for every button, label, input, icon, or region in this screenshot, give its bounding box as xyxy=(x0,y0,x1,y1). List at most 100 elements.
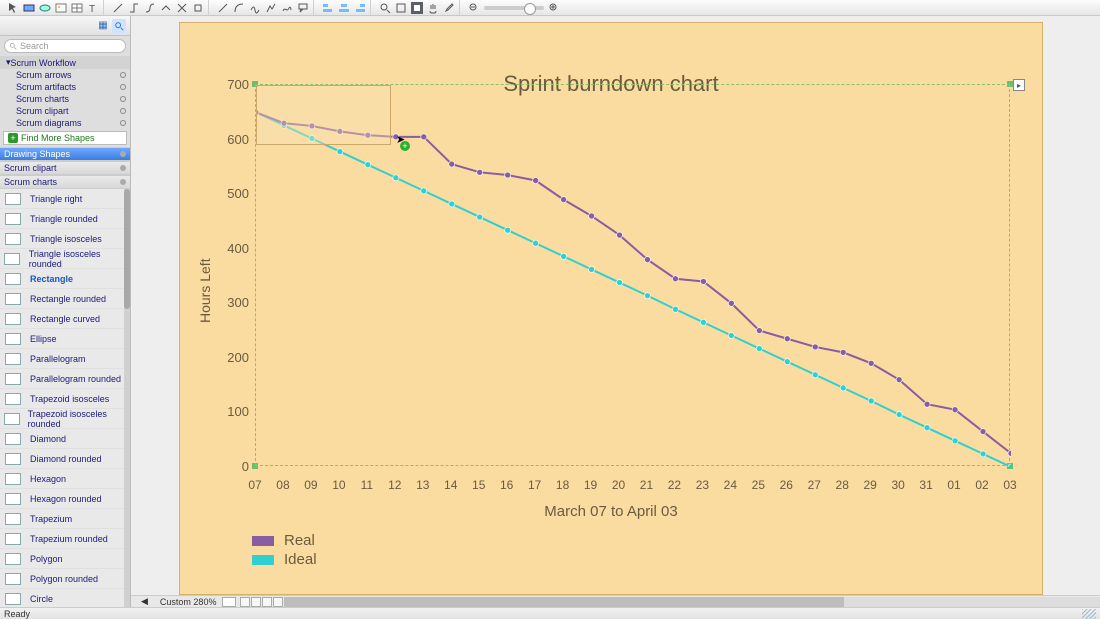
page-nav-3[interactable] xyxy=(262,597,272,607)
tree-item[interactable]: Scrum clipart xyxy=(0,105,130,117)
align3-icon[interactable] xyxy=(354,2,366,14)
y-tick: 300 xyxy=(219,295,249,310)
action-tag-icon[interactable]: ▸ xyxy=(1013,79,1025,91)
x-tick: 27 xyxy=(803,478,825,492)
shape-row[interactable]: Circle xyxy=(0,589,130,607)
view-search-icon[interactable] xyxy=(112,19,126,33)
align1-icon[interactable] xyxy=(322,2,334,14)
shape-preview-icon xyxy=(2,550,24,568)
tree-item[interactable]: Scrum diagrams xyxy=(0,117,130,129)
zoom-sel-icon[interactable] xyxy=(411,2,423,14)
shape-preview-icon xyxy=(2,190,24,208)
callout-icon[interactable] xyxy=(297,2,309,14)
x-tick: 15 xyxy=(468,478,490,492)
conn6-icon[interactable] xyxy=(192,2,204,14)
shape-row[interactable]: Trapezoid isosceles xyxy=(0,389,130,409)
page-nav-2[interactable] xyxy=(251,597,261,607)
shape-preview-icon xyxy=(2,230,24,248)
hscrollbar[interactable] xyxy=(284,597,1100,607)
zoom-slider[interactable] xyxy=(484,6,544,10)
shape-preview-icon xyxy=(2,270,24,288)
shape-preview-icon xyxy=(2,290,24,308)
x-tick: 19 xyxy=(580,478,602,492)
shape-row[interactable]: Hexagon rounded xyxy=(0,489,130,509)
poly-icon[interactable] xyxy=(265,2,277,14)
tree-root[interactable]: ▾ Scrum Workflow xyxy=(0,56,130,69)
shape-row[interactable]: Parallelogram rounded xyxy=(0,369,130,389)
x-tick: 09 xyxy=(300,478,322,492)
section-header[interactable]: Scrum clipart xyxy=(0,161,130,175)
zoom-out2-icon[interactable] xyxy=(468,2,480,14)
shape-row[interactable]: Polygon xyxy=(0,549,130,569)
plot-area[interactable]: ➤ + xyxy=(255,84,1010,466)
shape-row[interactable]: Triangle rounded xyxy=(0,209,130,229)
tree-item[interactable]: Scrum artifacts xyxy=(0,81,130,93)
page-nav-1[interactable] xyxy=(240,597,250,607)
shape-row[interactable]: Rectangle xyxy=(0,269,130,289)
shape-row[interactable]: Diamond xyxy=(0,429,130,449)
shape-row[interactable]: Diamond rounded xyxy=(0,449,130,469)
align2-icon[interactable] xyxy=(338,2,350,14)
zoom-in2-icon[interactable] xyxy=(548,2,560,14)
view-grid-icon[interactable]: ▦ xyxy=(96,19,110,33)
conn4-icon[interactable] xyxy=(160,2,172,14)
x-tick: 12 xyxy=(384,478,406,492)
shape-row[interactable]: Trapezium rounded xyxy=(0,529,130,549)
tree-item[interactable]: Scrum arrows xyxy=(0,69,130,81)
find-more-shapes[interactable]: + Find More Shapes xyxy=(3,131,127,145)
shape-row[interactable]: Triangle isosceles xyxy=(0,229,130,249)
table-tool-icon[interactable] xyxy=(71,2,83,14)
hand-icon[interactable] xyxy=(427,2,439,14)
page-nav-4[interactable] xyxy=(273,597,283,607)
section-header[interactable]: Drawing Shapes xyxy=(0,147,130,161)
zoom-in-icon[interactable] xyxy=(379,2,391,14)
x-tick: 07 xyxy=(244,478,266,492)
rect-tool-icon[interactable] xyxy=(23,2,35,14)
zoom-stepper[interactable] xyxy=(222,597,236,607)
chart-paper[interactable]: Sprint burndown chart Hours Left March 0… xyxy=(179,22,1043,595)
shape-row[interactable]: Trapezium xyxy=(0,509,130,529)
x-tick: 25 xyxy=(747,478,769,492)
conn3-icon[interactable] xyxy=(144,2,156,14)
conn5-icon[interactable] xyxy=(176,2,188,14)
shape-row[interactable]: Trapezoid isosceles rounded xyxy=(0,409,130,429)
bottom-bar: ◀ Custom 280% xyxy=(131,595,1100,607)
status-text: Ready xyxy=(4,609,30,619)
shape-row[interactable]: Rectangle rounded xyxy=(0,289,130,309)
conn2-icon[interactable] xyxy=(128,2,140,14)
text-tool-icon[interactable]: T xyxy=(87,2,99,14)
conn1-icon[interactable] xyxy=(112,2,124,14)
tree-item[interactable]: Scrum charts xyxy=(0,93,130,105)
legend: Real Ideal xyxy=(252,531,317,569)
line-icon[interactable] xyxy=(217,2,229,14)
shape-row[interactable]: Parallelogram xyxy=(0,349,130,369)
search-input[interactable]: Search xyxy=(4,39,126,53)
canvas[interactable]: Sprint burndown chart Hours Left March 0… xyxy=(131,16,1100,607)
shape-row[interactable]: Hexagon xyxy=(0,469,130,489)
y-axis-label: Hours Left xyxy=(197,258,213,323)
pointer-icon[interactable] xyxy=(7,2,19,14)
x-tick: 10 xyxy=(328,478,350,492)
shape-row[interactable]: Rectangle curved xyxy=(0,309,130,329)
x-tick: 16 xyxy=(496,478,518,492)
shape-row[interactable]: Polygon rounded xyxy=(0,569,130,589)
ellipse-tool-icon[interactable] xyxy=(39,2,51,14)
zoom-fit-icon[interactable] xyxy=(395,2,407,14)
eyedrop-icon[interactable] xyxy=(443,2,455,14)
freehand-icon[interactable] xyxy=(281,2,293,14)
shape-row[interactable]: Ellipse xyxy=(0,329,130,349)
section-header[interactable]: Scrum charts xyxy=(0,175,130,189)
shape-row[interactable]: Triangle isosceles rounded xyxy=(0,249,130,269)
x-tick: 26 xyxy=(775,478,797,492)
x-tick: 11 xyxy=(356,478,378,492)
shape-scrollbar[interactable] xyxy=(124,189,130,309)
spline-icon[interactable] xyxy=(249,2,261,14)
shape-row[interactable]: Triangle right xyxy=(0,189,130,209)
y-tick: 500 xyxy=(219,186,249,201)
library-tree: ▾ Scrum Workflow Scrum arrowsScrum artif… xyxy=(0,56,130,129)
shape-preview-icon xyxy=(2,510,24,528)
cursor-add-icon: + xyxy=(400,141,410,151)
resize-grip-icon[interactable] xyxy=(1082,609,1096,619)
image-tool-icon[interactable] xyxy=(55,2,67,14)
arc-icon[interactable] xyxy=(233,2,245,14)
